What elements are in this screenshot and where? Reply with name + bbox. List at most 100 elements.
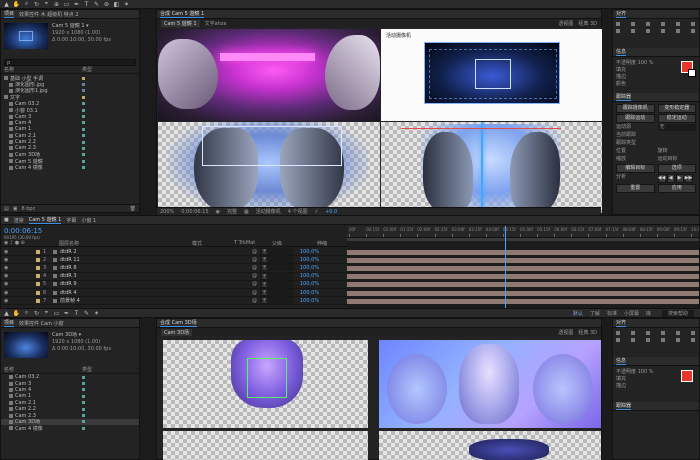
timeline-layer-row[interactable]: ◉ 3 dtdR 8 @ 无 100.0%	[1, 264, 347, 273]
distribute-3-icon-2[interactable]	[646, 338, 650, 342]
distribute-5-icon-2[interactable]	[676, 338, 680, 342]
camera-dropdown[interactable]: 活动摄像机	[256, 208, 281, 215]
workspace-learn[interactable]: 了解	[590, 310, 600, 317]
label-color-swatch[interactable]	[82, 146, 85, 150]
layer-label-color[interactable]	[36, 249, 40, 254]
label-color-swatch[interactable]	[82, 407, 85, 411]
distribute-1-icon[interactable]	[616, 29, 620, 33]
col-type[interactable]: 类型	[82, 66, 92, 73]
label-color-swatch[interactable]	[82, 76, 85, 80]
layer-stretch[interactable]: 100.0%	[300, 249, 319, 255]
label-color-swatch[interactable]	[82, 153, 85, 157]
layer-stretch[interactable]: 100.0%	[300, 257, 319, 263]
puppet-tool-icon[interactable]: ✶	[122, 0, 131, 9]
layer-parent-dropdown[interactable]: 无	[260, 280, 294, 288]
hand-tool-icon-2[interactable]: ✋	[12, 309, 21, 318]
distribute-5-icon[interactable]	[676, 29, 680, 33]
distribute-2-icon[interactable]	[631, 29, 635, 33]
project-search[interactable]: ρ	[4, 59, 136, 66]
label-color-swatch[interactable]	[82, 95, 85, 99]
layer-parent-dropdown[interactable]: 无	[260, 248, 294, 256]
zoom-tool-icon[interactable]: ⌕	[22, 0, 31, 9]
layer-label-color[interactable]	[36, 265, 40, 270]
workspace-standard[interactable]: 标准	[607, 310, 617, 317]
camera-tool-icon-2[interactable]: ⌖	[42, 309, 51, 318]
viewport-top-right[interactable]: 活动摄像机	[381, 29, 602, 121]
label-color-swatch[interactable]	[82, 420, 85, 424]
label-color-swatch[interactable]	[82, 127, 85, 131]
align-right-icon-2[interactable]	[646, 331, 650, 335]
layer-stretch[interactable]: 100.0%	[300, 281, 319, 287]
layer-stretch[interactable]: 100.0%	[300, 273, 319, 279]
label-color-swatch[interactable]	[82, 394, 85, 398]
track-motion-button[interactable]: 跟踪运动	[616, 114, 655, 123]
brush-tool-icon-2[interactable]: ✎	[82, 309, 91, 318]
fast-preview-icon[interactable]: ⚡	[315, 209, 319, 215]
align-left-icon-2[interactable]	[616, 331, 620, 335]
label-color-swatch[interactable]	[82, 159, 85, 163]
timeline-tab[interactable]: Cam 5 遊鏡 1	[28, 216, 62, 224]
viewport-bottom-c[interactable]	[163, 431, 368, 460]
parent-pick-whip-icon[interactable]: @	[252, 257, 260, 263]
visibility-eye-icon[interactable]: ◉	[4, 290, 12, 296]
selection-tool-icon[interactable]: ▲	[2, 0, 11, 9]
align-middle-icon[interactable]	[676, 22, 680, 26]
layer-label-color[interactable]	[36, 282, 40, 287]
exposure-value[interactable]: +0.0	[325, 209, 337, 215]
layer-parent-dropdown[interactable]: 无	[260, 256, 294, 264]
align-tab[interactable]: 对齐	[616, 10, 627, 18]
layer-label-color[interactable]	[36, 298, 40, 303]
label-color-swatch[interactable]	[82, 382, 85, 386]
col-type-bottom[interactable]: 类型	[82, 366, 92, 373]
layer-parent-dropdown[interactable]: 无	[260, 289, 294, 297]
label-color-swatch[interactable]	[82, 89, 85, 93]
layer-duration-bar[interactable]	[347, 249, 699, 255]
work-area-bar[interactable]	[347, 238, 699, 241]
col-mode[interactable]: 模式	[192, 240, 234, 247]
align-middle-icon-2[interactable]	[676, 331, 680, 335]
workspace-default[interactable]: 默认	[573, 310, 583, 317]
timeline-tab[interactable]: 渲染	[14, 217, 24, 224]
layer-stretch[interactable]: 100.0%	[300, 298, 319, 304]
effects-controls-tab[interactable]: 效果控件 木 超级机 特点 2	[19, 11, 79, 18]
col-name-bottom[interactable]: 名称	[4, 366, 82, 373]
camera-tool-icon[interactable]: ⌖	[42, 0, 51, 9]
selection-tool-icon-2[interactable]: ▲	[2, 309, 11, 318]
analyze-forward-all-button[interactable]: ▶▶	[684, 174, 693, 183]
visibility-eye-icon[interactable]: ◉	[4, 298, 12, 304]
distribute-2-icon-2[interactable]	[631, 338, 635, 342]
layer-duration-bar[interactable]	[347, 265, 699, 271]
timeline-layer-row[interactable]: ◉ 5 dtdR 9 @ 无 100.0%	[1, 280, 347, 289]
tracker-tab[interactable]: 跟踪器	[616, 93, 632, 101]
workspace-library[interactable]: 库	[646, 310, 651, 317]
position-check[interactable]: 位置	[616, 148, 655, 155]
distribute-6-icon-2[interactable]	[691, 338, 695, 342]
layer-duration-bar[interactable]	[347, 298, 699, 304]
align-bottom-icon-2[interactable]	[691, 331, 695, 335]
views-dropdown[interactable]: 4 个视图	[288, 208, 308, 215]
label-color-swatch[interactable]	[82, 121, 85, 125]
layer-label-color[interactable]	[36, 257, 40, 262]
timeline-tab[interactable]: 小窗 1	[81, 217, 96, 224]
label-color-swatch[interactable]	[82, 166, 85, 170]
align-right-icon[interactable]	[646, 22, 650, 26]
layer-name[interactable]: 前景帧 4	[60, 297, 172, 304]
comp-tab[interactable]: 合成 Cam 5 遊鏡 1	[160, 10, 205, 18]
label-color-swatch[interactable]	[82, 115, 85, 119]
timeline-layer-row[interactable]: ◉ 2 dtdR 11 @ 无 100.0%	[1, 256, 347, 265]
tracker-tab-bottom[interactable]: 跟踪器	[616, 402, 632, 410]
visibility-eye-icon[interactable]: ◉	[4, 265, 12, 271]
rotation-check[interactable]: 旋转	[658, 148, 697, 155]
snapshot-icon[interactable]: ◉	[216, 209, 220, 215]
layer-name[interactable]: dtdR 3	[60, 273, 172, 279]
quality-dropdown[interactable]: 完整	[227, 208, 237, 215]
col-name[interactable]: 名称	[4, 66, 82, 73]
parent-pick-whip-icon[interactable]: @	[252, 249, 260, 255]
pen-tool-icon[interactable]: ✒	[72, 0, 81, 9]
visibility-eye-icon[interactable]: ◉	[4, 257, 12, 263]
distribute-1-icon-2[interactable]	[616, 338, 620, 342]
stabilize-motion-button[interactable]: 稳定运动	[657, 114, 696, 123]
label-color-swatch[interactable]	[82, 108, 85, 112]
project-item[interactable]: Cam 4 镜像	[1, 425, 139, 432]
label-color-swatch[interactable]	[82, 134, 85, 138]
